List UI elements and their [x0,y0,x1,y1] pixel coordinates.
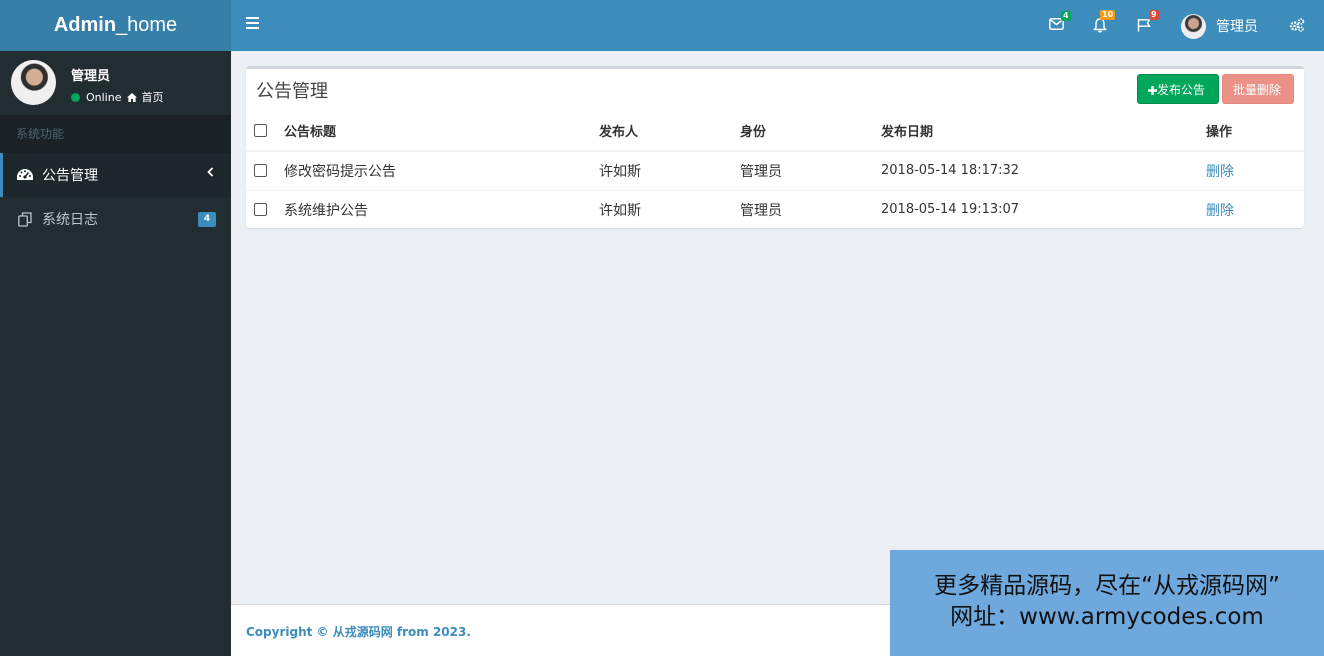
status-text: Online [86,90,122,104]
tasks-count-badge: 9 [1149,10,1159,20]
table-header-row: 公告标题 发布人 身份 发布日期 操作 [246,111,1304,152]
notifications-button[interactable]: 10 [1089,10,1116,37]
publish-date: 2018-05-14 18:17:32 [881,150,1206,190]
publisher: 许如斯 [599,150,740,190]
copy-icon [18,211,32,227]
sidebar-toggle-icon[interactable] [246,17,259,31]
user-panel: 管理员 Online 首页 [0,51,231,115]
publisher: 许如斯 [599,189,740,229]
watermark-banner: 更多精品源码，尽在“从戎源码网” 网址：www.armycodes.com [890,550,1324,656]
publish-button-label: 发布公告 [1157,83,1206,97]
settings-gears-icon[interactable] [1289,18,1305,36]
column-header-publisher: 发布人 [599,111,740,152]
top-navbar: Admin_home 4 10 9 管理员 [0,0,1324,51]
sidebar-item-system-log[interactable]: 系统日志 4 [0,197,231,241]
page-title: 公告管理 [256,81,328,102]
avatar [11,60,56,105]
column-header-role: 身份 [740,111,881,152]
column-header-date: 发布日期 [881,111,1206,152]
announcement-title: 修改密码提示公告 [284,150,599,190]
home-icon [127,92,138,102]
role: 管理员 [740,189,881,229]
messages-button[interactable]: 4 [1045,11,1071,37]
sidebar-section-header: 系统功能 [0,115,231,153]
dashboard-icon [17,169,33,180]
delete-link[interactable]: 删除 [1206,164,1234,180]
user-status: Online 首页 [71,89,163,105]
system-log-count-badge: 4 [198,212,216,227]
logo-text: _home [116,14,178,36]
sidebar-item-announcements[interactable]: 公告管理 [0,153,231,197]
sidebar-item-label: 系统日志 [42,212,98,228]
logo[interactable]: Admin_home [0,0,231,51]
sidebar-item-label: 公告管理 [42,168,98,184]
publish-date: 2018-05-14 19:13:07 [881,189,1206,229]
role: 管理员 [740,150,881,190]
user-name: 管理员 [1216,19,1258,35]
batch-delete-label: 批量删除 [1233,83,1282,97]
messages-count-badge: 4 [1061,11,1071,21]
table-row: 修改密码提示公告 许如斯 管理员 2018-05-14 18:17:32 删除 [246,150,1304,190]
chevron-left-icon [207,167,214,177]
user-menu[interactable]: 管理员 [1181,13,1258,39]
online-status-icon [71,92,80,102]
column-header-title: 公告标题 [284,111,599,152]
publish-announcement-button[interactable]: 发布公告 [1137,74,1219,104]
sidebar: 管理员 Online 首页 系统功能 公告管理 系统日志 4 [0,51,231,656]
bell-icon [1093,18,1107,33]
select-all-checkbox[interactable] [254,124,267,137]
tasks-button[interactable]: 9 [1133,10,1159,37]
watermark-line-1: 更多精品源码，尽在“从戎源码网” [934,573,1280,599]
delete-link[interactable]: 删除 [1206,203,1234,219]
avatar [1181,13,1206,39]
announcement-table: 公告标题 发布人 身份 发布日期 操作 修改密码提示公告 许如斯 管理员 201… [246,111,1304,229]
copyright-text: Copyright © 从戎源码网 from 2023. [246,625,471,639]
announcement-box: 公告管理 发布公告 批量删除 公告标题 发布人 身份 发布日期 操作 修改密码提… [246,66,1304,229]
home-link[interactable]: 首页 [141,89,163,105]
batch-delete-button[interactable]: 批量删除 [1222,74,1294,104]
plus-icon [1148,86,1157,95]
table-row: 系统维护公告 许如斯 管理员 2018-05-14 19:13:07 删除 [246,189,1304,229]
announcement-title: 系统维护公告 [284,189,599,229]
notifications-count-badge: 10 [1100,10,1116,20]
column-header-action: 操作 [1206,111,1304,152]
logo-bold-text: Admin [53,14,117,36]
row-checkbox[interactable] [254,203,267,217]
sidebar-user-name: 管理员 [71,69,111,84]
watermark-line-2: 网址：www.armycodes.com [950,604,1264,630]
flag-icon [1137,19,1151,32]
row-checkbox[interactable] [254,164,267,178]
